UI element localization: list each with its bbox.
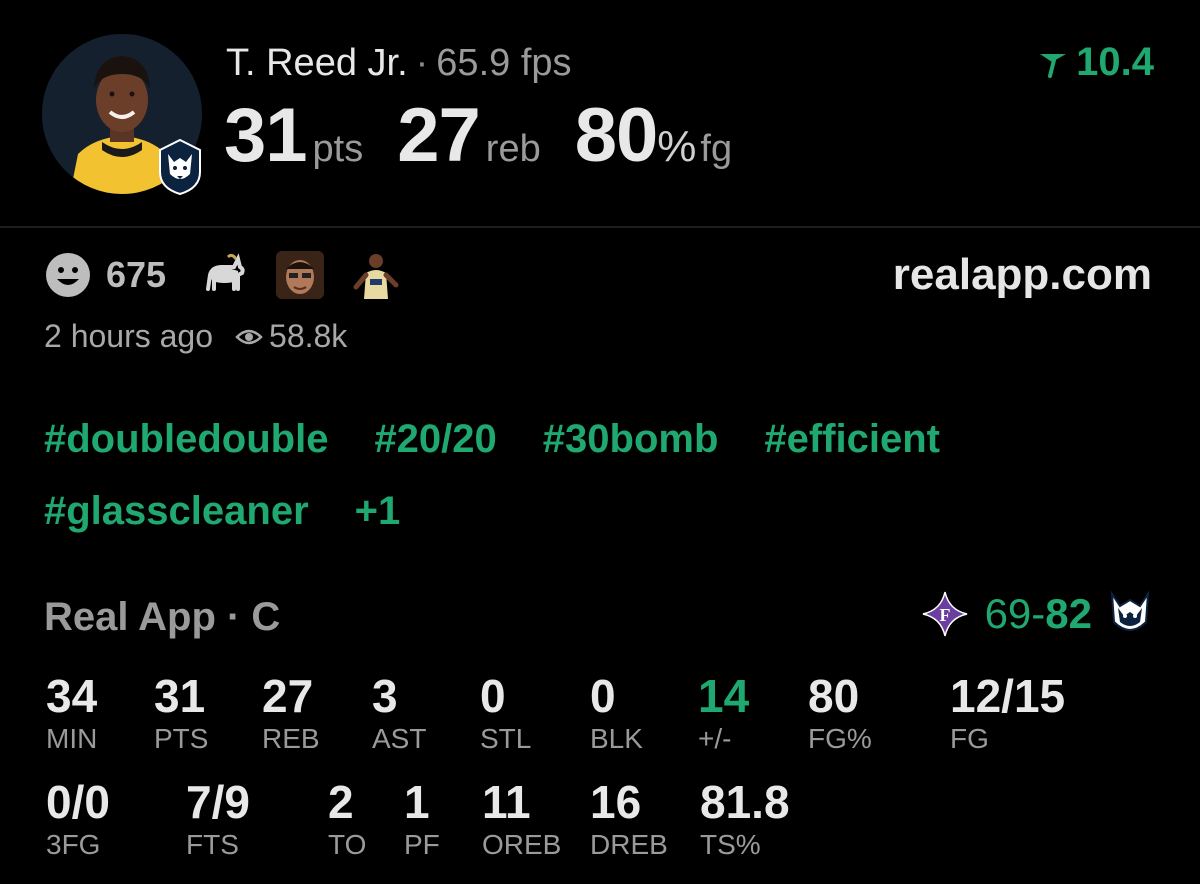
site-link[interactable]: realapp.com — [893, 250, 1152, 300]
stat-label: +/- — [698, 723, 732, 754]
stat-value: 31 — [154, 670, 206, 722]
hashtag-row: #glasscleaner +1 — [44, 482, 1164, 540]
player-headline: T. Reed Jr. · 65.9 fps — [226, 40, 572, 86]
husky-team-logo-icon — [156, 138, 204, 196]
hashtag[interactable]: #20/20 — [374, 417, 496, 462]
stat-value: 0/0 — [46, 776, 110, 828]
goat-emoji-icon[interactable] — [198, 249, 250, 301]
fg-pct-value: 80 — [574, 93, 659, 178]
stat-3fg: 0/0 3FG — [46, 776, 110, 862]
stat-label: PF — [404, 829, 440, 860]
stat-fg: 12/15 FG — [950, 670, 1065, 756]
player-card: T. Reed Jr. · 65.9 fps 10.4 31 pts 27 reb 80% f… — [0, 0, 1200, 884]
stat-value: 7/9 — [186, 776, 250, 828]
home-score: 82 — [1045, 590, 1092, 637]
stat-label: DREB — [590, 829, 668, 860]
rebounds-value: 27 — [397, 93, 481, 178]
stat-label: BLK — [590, 723, 643, 754]
fg-unit: fg — [700, 128, 733, 170]
post-meta: 2 hours ago 58.8k — [44, 318, 347, 355]
stat-label: REB — [262, 723, 320, 754]
rating-arrow-icon — [1040, 53, 1067, 78]
stat-pts: 31 PTS — [154, 670, 208, 756]
stat-value: 2 — [328, 776, 354, 828]
stat-value: 12/15 — [950, 670, 1066, 722]
stat-label: FG — [950, 723, 989, 754]
stat-label: OREB — [482, 829, 562, 860]
stat-pf: 1 PF — [404, 776, 440, 862]
separator-dot: · — [415, 42, 429, 84]
points-unit: pts — [312, 128, 364, 170]
stat-label: AST — [372, 723, 427, 754]
reactions-bar: 675 — [44, 250, 426, 300]
stat-blk: 0 BLK — [590, 670, 643, 756]
stat-ast: 3 AST — [372, 670, 426, 756]
hashtag[interactable]: #doubledouble — [44, 417, 328, 462]
stat-value: 0 — [480, 670, 506, 722]
posted-time: 2 hours ago — [44, 318, 214, 354]
stat-source: Real App · C — [44, 595, 281, 639]
rebounds-unit: reb — [485, 128, 541, 170]
stat-value: 1 — [404, 776, 430, 828]
away-score: 69 — [984, 590, 1032, 637]
stat-label: 3FG — [46, 829, 101, 860]
hashtag[interactable]: #efficient — [764, 417, 940, 462]
husky-team-logo-icon — [1110, 590, 1150, 631]
hashtag[interactable]: #30bomb — [543, 417, 719, 462]
stat-label: PTS — [154, 723, 209, 754]
hashtag[interactable]: #glasscleaner — [44, 489, 309, 534]
stat-fg-pct: 80 FG% — [808, 670, 872, 756]
stat-value: 34 — [46, 670, 98, 722]
stat-to: 2 TO — [328, 776, 366, 862]
stat-value: 16 — [590, 776, 642, 828]
stat-value: 80 — [808, 670, 860, 722]
stat-value: 11 — [482, 776, 531, 828]
view-count: 58.8k — [269, 318, 348, 354]
stat-label: MIN — [46, 723, 98, 754]
stat-plus-minus: 14 +/- — [698, 670, 749, 756]
stat-label: FG% — [808, 723, 872, 754]
stat-value: 81.8 — [700, 776, 790, 828]
stat-label: TS% — [700, 829, 761, 860]
svg-text:F: F — [939, 605, 950, 625]
stat-stl: 0 STL — [480, 670, 531, 756]
stat-label: STL — [480, 723, 532, 754]
fps-value: 65.9 fps — [436, 42, 572, 84]
smiley-reaction-icon[interactable] — [44, 251, 92, 299]
eye-icon — [235, 329, 263, 344]
face-reaction-icon[interactable] — [274, 249, 326, 301]
hashtags: #doubledouble #20/20 #30bomb #efficient … — [44, 410, 1164, 554]
score-line: 69-82 — [985, 590, 1092, 638]
reaction-count[interactable]: 675 — [106, 254, 166, 296]
stat-oreb: 11 OREB — [482, 776, 561, 862]
points-value: 31 — [224, 93, 308, 178]
rating-value: 10.4 — [1076, 40, 1154, 84]
player-reaction-icon[interactable] — [350, 249, 402, 301]
rating-badge[interactable]: 10.4 — [1036, 40, 1154, 85]
stat-value: 27 — [262, 670, 314, 722]
stat-min: 34 MIN — [46, 670, 97, 756]
headline-stats: 31 pts 27 reb 80% fg — [224, 96, 732, 197]
hashtag-row: #doubledouble #20/20 #30bomb #efficient — [44, 410, 1164, 468]
stat-value: 3 — [372, 670, 398, 722]
stat-ts-pct: 81.8 TS% — [700, 776, 790, 862]
stat-reb: 27 REB — [262, 670, 320, 756]
header-divider — [0, 226, 1200, 228]
player-name[interactable]: T. Reed Jr. — [226, 42, 408, 84]
stat-dreb: 16 DREB — [590, 776, 668, 862]
score-dash: - — [1031, 590, 1046, 637]
game-score[interactable]: F 69-82 — [921, 588, 1152, 640]
more-tags-button[interactable]: +1 — [355, 489, 401, 534]
stat-value: 14 — [698, 670, 750, 722]
opponent-team-logo-icon: F — [922, 591, 967, 637]
stat-label: FTS — [186, 829, 239, 860]
pct-sign: % — [657, 122, 697, 171]
stat-value: 0 — [590, 670, 616, 722]
stat-fts: 7/9 FTS — [186, 776, 250, 862]
stat-label: TO — [328, 829, 367, 860]
